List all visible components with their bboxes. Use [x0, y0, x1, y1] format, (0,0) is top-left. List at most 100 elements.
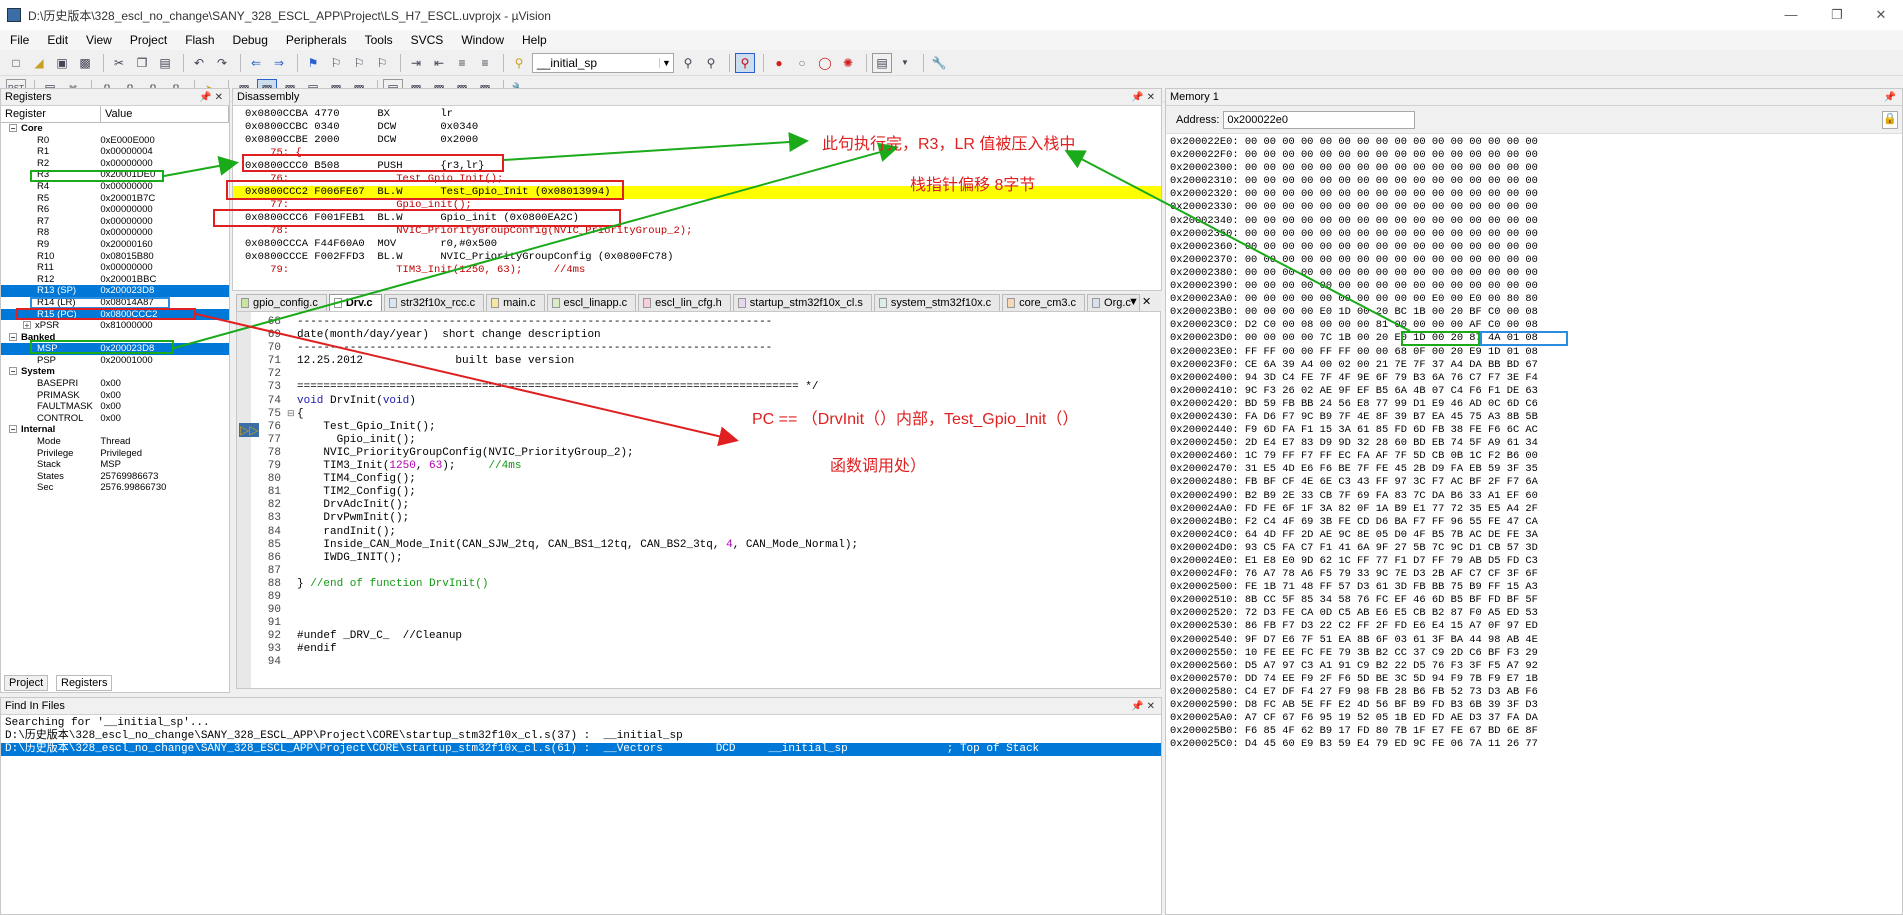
disable-breakpoints-icon[interactable]: ◯	[815, 53, 835, 73]
lock-icon[interactable]: 🔒	[1882, 111, 1898, 129]
register-value[interactable]: 0x20001B7C	[100, 193, 229, 205]
dropdown-icon[interactable]: ▼	[895, 53, 915, 73]
register-value[interactable]: Thread	[100, 436, 229, 448]
register-row[interactable]: PRIMASK 0x00	[1, 390, 229, 402]
memory-row[interactable]: 0x200024A0: FD FE 6F 1F 3A 82 0F 1A B9 E…	[1166, 503, 1902, 516]
memory-row[interactable]: 0x200022E0: 00 00 00 00 00 00 00 00 00 0…	[1166, 136, 1902, 149]
menu-tools[interactable]: Tools	[355, 33, 401, 47]
find-combo[interactable]: __initial_sp ▼	[532, 52, 674, 73]
memory-row[interactable]: 0x20002390: 00 00 00 00 00 00 00 00 00 0…	[1166, 280, 1902, 293]
tab-system-stm32f10x-c[interactable]: system_stm32f10x.c	[873, 294, 1001, 311]
save-all-icon[interactable]: ▩	[75, 53, 95, 73]
memory-row[interactable]: 0x20002590: D8 FC AB 5E FF E2 4D 56 BF B…	[1166, 699, 1902, 712]
tab-drv-c[interactable]: Drv.c	[328, 294, 382, 311]
disassembly-line[interactable]: 0x0800CCBA 4770 BX lr	[233, 108, 1161, 121]
pin-icon[interactable]: 📌 ✕	[199, 89, 223, 106]
memory-row[interactable]: 0x200024F0: 76 A7 78 A6 F5 79 33 9C 7E D…	[1166, 568, 1902, 581]
register-value[interactable]: 25769986673	[100, 471, 229, 483]
tab-startup-stm32f10x-cl-s[interactable]: startup_stm32f10x_cl.s	[732, 294, 872, 311]
register-value[interactable]: 0x00000000	[100, 181, 229, 193]
pin-icon[interactable]: 📌 ✕	[1131, 698, 1155, 715]
menu-edit[interactable]: Edit	[37, 33, 76, 47]
disassembly-line[interactable]: 0x0800CCCA F44F60A0 MOV r0,#0x500	[233, 238, 1161, 251]
register-row[interactable]: R10 0x08015B80	[1, 251, 229, 263]
memory-row[interactable]: 0x20002440: F9 6D FA F1 15 3A 61 85 FD 6…	[1166, 424, 1902, 437]
paste-icon[interactable]: ▤	[155, 53, 175, 73]
memory-row[interactable]: 0x200022F0: 00 00 00 00 00 00 00 00 00 0…	[1166, 149, 1902, 162]
register-row[interactable]: − Core	[1, 123, 229, 135]
find-icon[interactable]: ⚲	[678, 53, 698, 73]
code-line[interactable]: 77 Gpio_init();	[237, 434, 1160, 447]
register-row[interactable]: R9 0x20000160	[1, 239, 229, 251]
disassembly-line[interactable]: 79: TIM3_Init(1250, 63); //4ms	[233, 264, 1161, 277]
memory-row[interactable]: 0x20002570: DD 74 EE F9 2F F6 5D BE 3C 5…	[1166, 673, 1902, 686]
register-row[interactable]: R5 0x20001B7C	[1, 193, 229, 205]
memory-row[interactable]: 0x20002400: 94 3D C4 FE 7F 4F 9E 6F 79 B…	[1166, 372, 1902, 385]
memory-row[interactable]: 0x20002480: FB BF CF 4E 6E C3 43 FF 97 3…	[1166, 476, 1902, 489]
memory-row[interactable]: 0x20002490: B2 B9 2E 33 CB 7F 69 FA 83 7…	[1166, 490, 1902, 503]
memory-row[interactable]: 0x20002330: 00 00 00 00 00 00 00 00 00 0…	[1166, 201, 1902, 214]
register-value[interactable]: 0x00	[100, 401, 229, 413]
register-value[interactable]: 0x00000000	[100, 216, 229, 228]
memory-row[interactable]: 0x20002310: 00 00 00 00 00 00 00 00 00 0…	[1166, 175, 1902, 188]
configure-icon[interactable]: 🔧	[929, 53, 949, 73]
code-line[interactable]: 93 #endif	[237, 643, 1160, 656]
memory-row[interactable]: 0x20002420: BD 59 FB BB 24 56 E8 77 99 D…	[1166, 398, 1902, 411]
nav-forward-icon[interactable]: ⇒	[269, 53, 289, 73]
memory-row[interactable]: 0x20002450: 2D E4 E7 83 D9 9D 32 28 60 B…	[1166, 437, 1902, 450]
code-line[interactable]: 90	[237, 604, 1160, 617]
find-result-line[interactable]: D:\历史版本\328_escl_no_change\SANY_328_ESCL…	[1, 743, 1161, 756]
code-line[interactable]: 68 --------------------------------------…	[237, 316, 1160, 329]
register-value[interactable]: 0x00000000	[100, 204, 229, 216]
pin-icon[interactable]: 📌 ✕	[1131, 89, 1155, 106]
open-file-icon[interactable]: ◢	[29, 53, 49, 73]
memory-row[interactable]: 0x20002300: 00 00 00 00 00 00 00 00 00 0…	[1166, 162, 1902, 175]
disassembly-line[interactable]: 0x0800CCCE F002FFD3 BL.W NVIC_PriorityGr…	[233, 251, 1161, 264]
register-row[interactable]: R4 0x00000000	[1, 181, 229, 193]
find-in-files-icon[interactable]: ⚲	[509, 53, 529, 73]
code-line[interactable]: 85 Inside_CAN_Mode_Init(CAN_SJW_2tq, CAN…	[237, 539, 1160, 552]
register-row[interactable]: R2 0x00000000	[1, 158, 229, 170]
code-line[interactable]: 81 TIM2_Config();	[237, 486, 1160, 499]
code-line[interactable]: 88} //end of function DrvInit()	[237, 578, 1160, 591]
new-file-icon[interactable]: □	[6, 53, 26, 73]
register-value[interactable]: 0xE000E000	[100, 135, 229, 147]
register-row[interactable]: FAULTMASK 0x00	[1, 401, 229, 413]
register-row[interactable]: R0 0xE000E000	[1, 135, 229, 147]
expand-icon[interactable]: −	[9, 367, 17, 376]
tab-main-c[interactable]: main.c	[486, 294, 545, 311]
register-value[interactable]: 0x00000000	[100, 262, 229, 274]
code-line[interactable]: 82 DrvAdcInit();	[237, 499, 1160, 512]
kill-breakpoints-icon[interactable]: ✺	[838, 53, 858, 73]
register-value[interactable]: 2576.99866730	[100, 482, 229, 494]
enable-breakpoint-icon[interactable]: ○	[792, 53, 812, 73]
memory-row[interactable]: 0x20002380: 00 00 00 00 00 00 00 00 00 0…	[1166, 267, 1902, 280]
code-line[interactable]: 89	[237, 591, 1160, 604]
unindent-icon[interactable]: ⇤	[429, 53, 449, 73]
code-line[interactable]: 91	[237, 617, 1160, 630]
register-row[interactable]: R11 0x00000000	[1, 262, 229, 274]
menu-file[interactable]: File	[0, 33, 37, 47]
expand-icon[interactable]: −	[9, 425, 17, 434]
memory-row[interactable]: 0x200025C0: D4 45 60 E9 B3 59 E4 79 ED 9…	[1166, 738, 1902, 751]
menu-window[interactable]: Window	[451, 33, 512, 47]
memory-row[interactable]: 0x20002370: 00 00 00 00 00 00 00 00 00 0…	[1166, 254, 1902, 267]
register-row[interactable]: Sec 2576.99866730	[1, 482, 229, 494]
uncomment-icon[interactable]: ≡	[475, 53, 495, 73]
register-row[interactable]: − System	[1, 366, 229, 378]
memory-row[interactable]: 0x20002340: 00 00 00 00 00 00 00 00 00 0…	[1166, 215, 1902, 228]
address-input[interactable]: 0x200022e0	[1223, 110, 1416, 129]
code-line[interactable]: 69 date(month/day/year) short change desc…	[237, 329, 1160, 342]
tab-registers[interactable]: Registers	[56, 675, 113, 691]
register-row[interactable]: Privilege Privileged	[1, 448, 229, 460]
code-line[interactable]: 83 DrvPwmInit();	[237, 512, 1160, 525]
find-result-line[interactable]: D:\历史版本\328_escl_no_change\SANY_328_ESCL…	[1, 730, 1161, 743]
register-row[interactable]: R6 0x00000000	[1, 204, 229, 216]
memory-row[interactable]: 0x200023E0: FF FF 00 00 FF FF 00 00 68 0…	[1166, 346, 1902, 359]
bookmark-icon[interactable]: ⚑	[303, 53, 323, 73]
code-line[interactable]: 72	[237, 368, 1160, 381]
cut-icon[interactable]: ✂	[109, 53, 129, 73]
menu-project[interactable]: Project	[120, 33, 175, 47]
register-row[interactable]: PSP 0x20001000	[1, 355, 229, 367]
menu-flash[interactable]: Flash	[175, 33, 222, 47]
